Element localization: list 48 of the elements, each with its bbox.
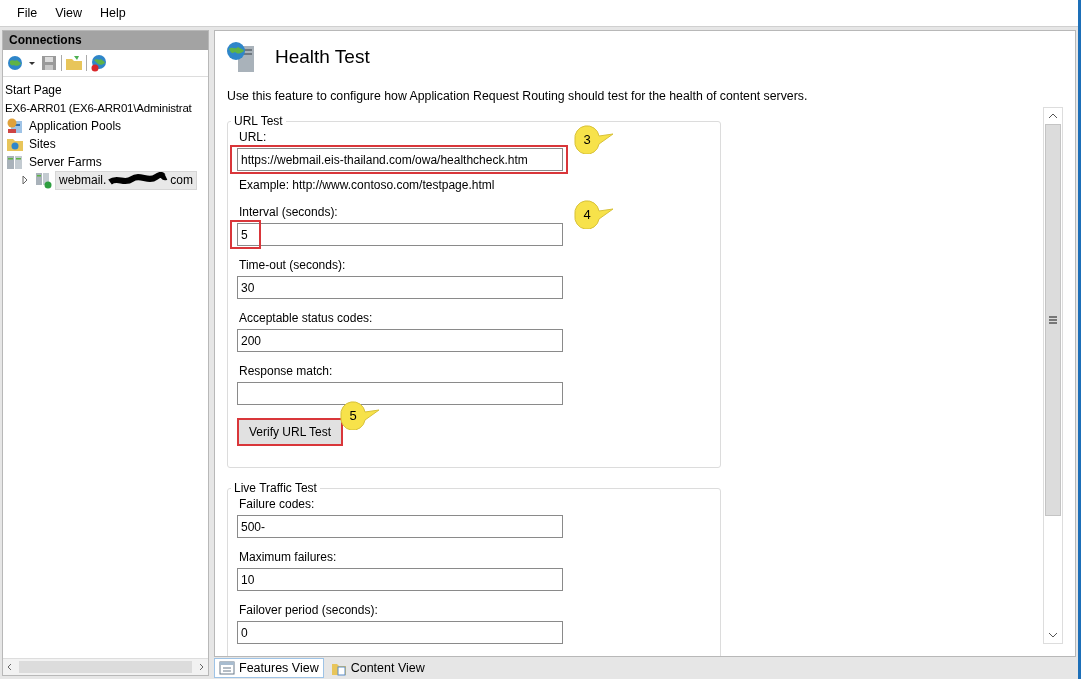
server-icon (35, 171, 53, 189)
callout-badge: 3 (571, 124, 615, 154)
scrollbar[interactable] (1043, 107, 1063, 644)
field-label: URL: (238, 129, 267, 145)
input-field[interactable]: 30 (237, 276, 563, 299)
input-field[interactable]: 500- (237, 515, 563, 538)
menu-item[interactable]: Help (91, 6, 135, 20)
group-title: URL Test (231, 114, 286, 128)
input-field[interactable]: 200 (237, 329, 563, 352)
list-icon (219, 660, 235, 676)
field-label: Response match: (238, 363, 333, 379)
tree-item[interactable]: webmail. com (55, 170, 198, 190)
tree-item[interactable]: EX6-ARR01 (EX6-ARR01\Administrat (3, 99, 195, 117)
example-text: Example: http://www.contoso.com/testpage.html (239, 178, 496, 192)
tree-item[interactable]: Application Pools (26, 117, 125, 135)
input-field[interactable]: 10 (237, 568, 563, 591)
server-icon (6, 153, 24, 171)
input-field[interactable]: 5 (237, 223, 563, 246)
field-label: Failure codes: (238, 496, 315, 512)
grip-icon (1049, 316, 1057, 325)
page-title: Health Test (275, 46, 370, 68)
panel-title: Connections (3, 31, 208, 50)
field-label: Failover period (seconds): (238, 602, 378, 618)
field-label: Acceptable status codes: (238, 310, 373, 326)
menu-item[interactable]: File (8, 6, 47, 20)
field-label: Time-out (seconds): (238, 257, 346, 273)
description: Use this feature to configure how Application Request Routing should test for the health of content servers. (226, 88, 809, 105)
field-label: Interval (seconds): (238, 204, 338, 220)
view-tab[interactable]: Content View (325, 658, 430, 678)
callout-badge: 5 (337, 400, 381, 430)
field-label: Maximum failures: (238, 549, 337, 565)
disconnect-icon[interactable] (90, 54, 108, 72)
callout-badge: 4 (571, 199, 615, 229)
group-title: Live Traffic Test (231, 481, 320, 495)
input-field[interactable] (237, 382, 563, 405)
input-field[interactable]: https://webmail.eis-thailand.com/owa/healthcheck.htm (237, 148, 563, 171)
input-field[interactable]: 0 (237, 621, 563, 644)
verify-button[interactable]: Verify URL Test (237, 418, 344, 446)
menu-item[interactable]: View (46, 6, 92, 20)
pools-icon (6, 117, 24, 135)
tree-item[interactable]: Start Page (3, 81, 65, 99)
expand-icon[interactable] (21, 175, 29, 185)
scrollbar[interactable] (3, 658, 208, 675)
view-tab[interactable]: Features View (214, 658, 324, 678)
tree-item[interactable]: Sites (26, 135, 59, 153)
globe-icon[interactable] (7, 54, 37, 72)
tree-item[interactable]: Server Farms (26, 153, 105, 171)
save-icon[interactable] (40, 54, 58, 72)
